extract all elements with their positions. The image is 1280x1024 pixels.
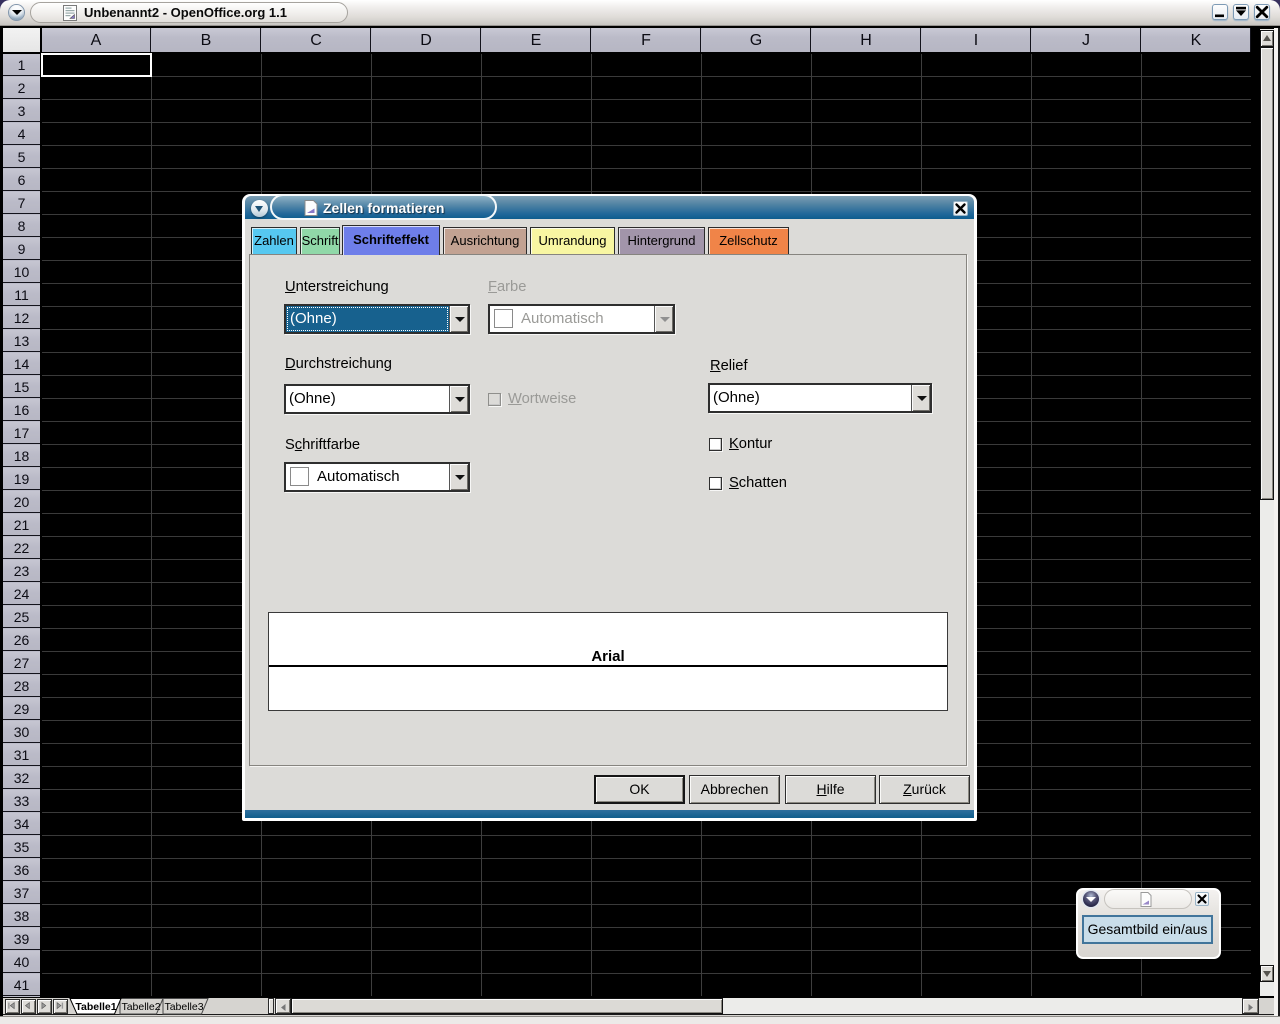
svg-text:Tabelle3: Tabelle3 xyxy=(164,1001,203,1013)
svg-text:Tabelle2: Tabelle2 xyxy=(121,1001,160,1013)
svg-text:Tabelle1: Tabelle1 xyxy=(75,1001,116,1013)
